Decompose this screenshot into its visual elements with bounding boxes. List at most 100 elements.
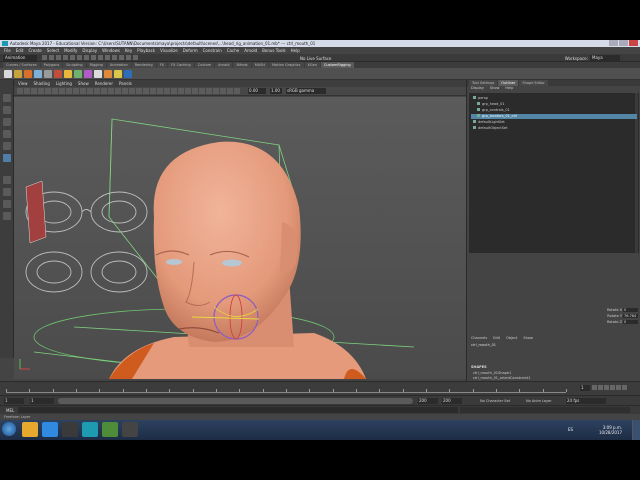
outliner-menu-help[interactable]: Help [505, 86, 513, 92]
rotate-tool-icon[interactable] [3, 142, 11, 150]
viewport-tool-icon[interactable] [192, 88, 198, 94]
menu-file[interactable]: File [4, 48, 11, 53]
shelf-tool-icon[interactable] [94, 70, 102, 78]
go-to-end-icon[interactable] [622, 385, 627, 390]
menu-constrain[interactable]: Constrain [203, 48, 222, 53]
step-forward-icon[interactable] [616, 385, 621, 390]
four-view-icon[interactable] [3, 188, 11, 196]
viewport-tool-icon[interactable] [143, 88, 149, 94]
language-indicator[interactable]: ES [568, 427, 573, 432]
new-scene-icon[interactable] [42, 55, 47, 60]
play-backward-icon[interactable] [604, 385, 609, 390]
viewport-tool-icon[interactable] [171, 88, 177, 94]
system-clock[interactable]: 3:09 p.m. 10/28/2017 [599, 425, 622, 435]
viewport-tool-icon[interactable] [17, 88, 23, 94]
taskbar-app-icon[interactable] [62, 422, 78, 437]
gamma-field[interactable]: 1.00 [270, 88, 282, 94]
viewport-tool-icon[interactable] [87, 88, 93, 94]
play-forward-icon[interactable] [610, 385, 615, 390]
outliner-item[interactable]: persp [473, 96, 488, 101]
snap-point-icon[interactable] [112, 55, 117, 60]
viewport-tool-icon[interactable] [136, 88, 142, 94]
range-slider-bar[interactable] [58, 398, 413, 404]
cb-menu-edit[interactable]: Edit [493, 336, 500, 342]
menu-key[interactable]: Key [125, 48, 132, 53]
viewport-tool-icon[interactable] [185, 88, 191, 94]
scene-start-field[interactable]: 1 [4, 398, 24, 404]
viewport-tool-icon[interactable] [220, 88, 226, 94]
paint-select-icon[interactable] [3, 118, 11, 126]
shelf-tool-icon[interactable] [24, 70, 32, 78]
viewport-tool-icon[interactable] [157, 88, 163, 94]
viewport-tool-icon[interactable] [52, 88, 58, 94]
minimize-button[interactable] [609, 40, 618, 46]
taskbar-app-icon[interactable] [42, 422, 58, 437]
scene-end-field[interactable]: 200 [442, 398, 462, 404]
menu-set-dropdown[interactable]: Animation [3, 55, 37, 61]
render-icon[interactable] [119, 55, 124, 60]
undo-icon[interactable] [63, 55, 68, 60]
single-view-icon[interactable] [3, 176, 11, 184]
viewport-tool-icon[interactable] [199, 88, 205, 94]
ipr-icon[interactable] [126, 55, 131, 60]
cb-menu-object[interactable]: Object [506, 336, 517, 342]
select-tool-icon[interactable] [3, 94, 11, 102]
live-surface-label[interactable]: No Live Surface [300, 56, 331, 61]
taskbar-app-icon[interactable] [122, 422, 138, 437]
redo-icon[interactable] [70, 55, 75, 60]
show-desktop-button[interactable] [632, 420, 640, 440]
snap-curve-icon[interactable] [105, 55, 110, 60]
start-button[interactable] [2, 422, 16, 436]
shape-item[interactable]: ctrl_mouth_01Shape1 [473, 371, 511, 375]
shape-item[interactable]: ctrl_mouth_01_orientConstraint1 [473, 376, 530, 380]
attribute-value-field[interactable]: 76.764 [623, 314, 638, 318]
menu-edit[interactable]: Edit [16, 48, 24, 53]
menu-display[interactable]: Display [82, 48, 97, 53]
viewport-tool-icon[interactable] [129, 88, 135, 94]
close-button[interactable] [629, 40, 638, 46]
viewport-tool-icon[interactable] [31, 88, 37, 94]
menu-help[interactable]: Help [291, 48, 300, 53]
menu-arnold[interactable]: Arnold [244, 48, 257, 53]
viewport-tool-icon[interactable] [164, 88, 170, 94]
command-input[interactable] [18, 407, 458, 413]
viewport-tool-icon[interactable] [73, 88, 79, 94]
anim-end-field[interactable]: 200 [418, 398, 438, 404]
viewport-tool-icon[interactable] [115, 88, 121, 94]
attribute-value-field[interactable]: 0 [623, 308, 638, 312]
attribute-value-field[interactable]: 0 [623, 320, 638, 324]
open-scene-icon[interactable] [49, 55, 54, 60]
shelf-tool-icon[interactable] [74, 70, 82, 78]
vp-menu-shading[interactable]: Shading [34, 81, 50, 86]
mel-label[interactable]: MEL [6, 408, 14, 413]
outliner-item[interactable]: defaultLightSet [473, 120, 505, 125]
taskbar-app-icon[interactable] [102, 422, 118, 437]
shelf-tool-icon[interactable] [54, 70, 62, 78]
outliner-menu-show[interactable]: Show [490, 86, 499, 92]
render-settings-icon[interactable] [133, 55, 138, 60]
snap-grid-icon[interactable] [98, 55, 103, 60]
vp-menu-show[interactable]: Show [78, 81, 89, 86]
vp-menu-lighting[interactable]: Lighting [56, 81, 72, 86]
menu-playback[interactable]: Playback [137, 48, 155, 53]
3d-viewport[interactable] [14, 97, 466, 379]
character-set-label[interactable]: No Character Set [480, 399, 510, 403]
fps-dropdown[interactable]: 24 fps [566, 398, 606, 404]
shelf-tool-icon[interactable] [64, 70, 72, 78]
scale-tool-icon[interactable] [3, 154, 11, 162]
outliner-menu-display[interactable]: Display [471, 86, 484, 92]
outliner-item[interactable]: grp_controls_01 [477, 108, 510, 113]
vp-menu-view[interactable]: View [18, 81, 28, 86]
menu-windows[interactable]: Windows [102, 48, 120, 53]
move-tool-icon[interactable] [3, 130, 11, 138]
viewport-tool-icon[interactable] [178, 88, 184, 94]
vp-menu-panels[interactable]: Panels [119, 81, 132, 86]
menu-deform[interactable]: Deform [183, 48, 198, 53]
vp-menu-renderer[interactable]: Renderer [95, 81, 113, 86]
step-back-icon[interactable] [598, 385, 603, 390]
viewport-tool-icon[interactable] [80, 88, 86, 94]
viewport-tool-icon[interactable] [38, 88, 44, 94]
cb-menu-channels[interactable]: Channels [471, 336, 487, 342]
viewport-tool-icon[interactable] [108, 88, 114, 94]
viewport-tool-icon[interactable] [206, 88, 212, 94]
